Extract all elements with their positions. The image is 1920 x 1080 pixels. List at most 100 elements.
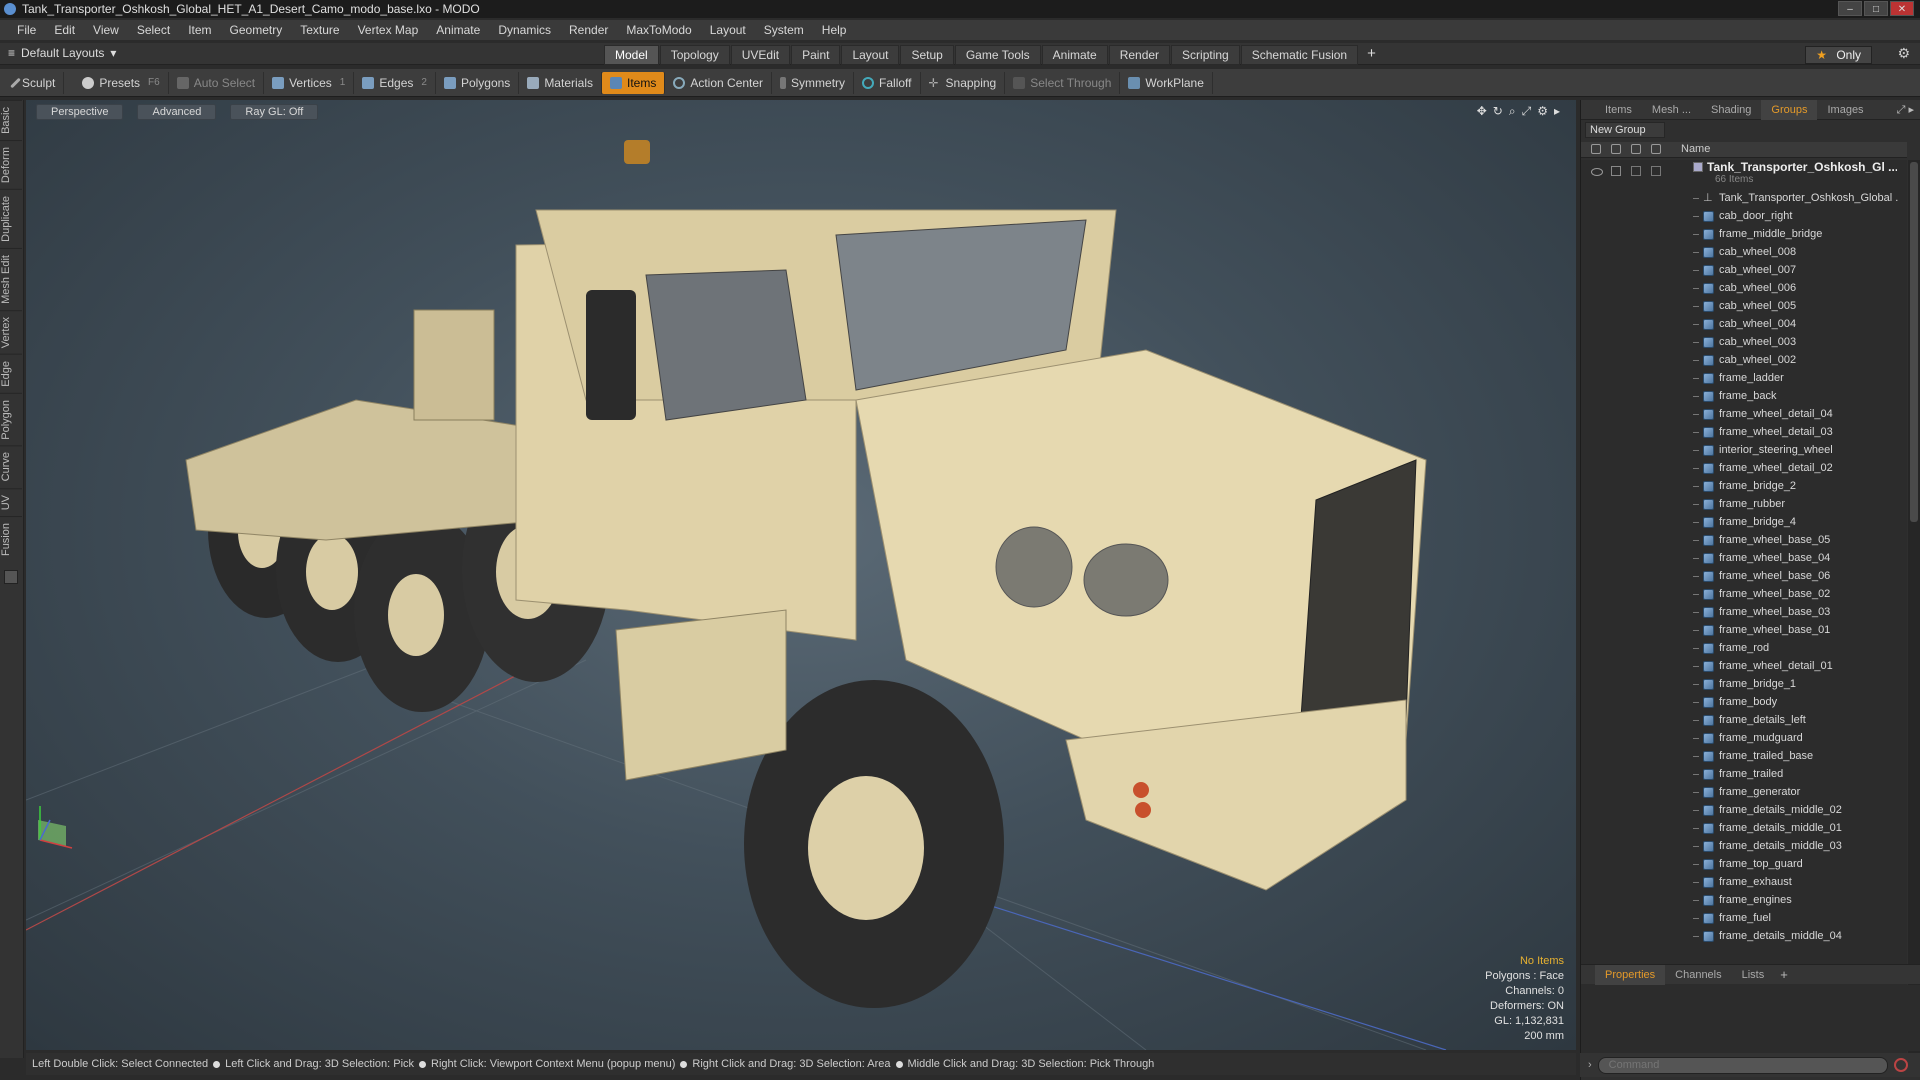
add-tab-plus-icon[interactable]: + (1359, 45, 1384, 65)
list-item[interactable]: frame_mudguard (1581, 730, 1907, 748)
left-tab-polygon[interactable]: Polygon (0, 392, 22, 446)
left-tab-uv[interactable]: UV (0, 487, 22, 517)
lock-column-icon[interactable] (1611, 144, 1621, 154)
tab-paint[interactable]: Paint (791, 45, 841, 65)
list-item[interactable]: frame_wheel_base_05 (1581, 532, 1907, 550)
list-item[interactable]: cab_wheel_002 (1581, 352, 1907, 370)
auto-select-button[interactable]: Auto Select (169, 71, 265, 94)
tab-channels[interactable]: Channels (1665, 965, 1731, 985)
tab-properties[interactable]: Properties (1595, 964, 1666, 985)
expand-arrow-icon[interactable]: ▸ (1554, 104, 1560, 119)
tab-uvedit[interactable]: UVEdit (730, 45, 791, 65)
minimize-button[interactable]: – (1838, 1, 1862, 16)
list-item[interactable]: cab_wheel_003 (1581, 334, 1907, 352)
list-item[interactable]: cab_wheel_004 (1581, 316, 1907, 334)
workplane-button[interactable]: WorkPlane (1120, 71, 1213, 94)
list-item[interactable]: frame_middle_bridge (1581, 226, 1907, 244)
list-item[interactable]: frame_top_guard (1581, 856, 1907, 874)
list-item[interactable]: cab_door_right (1581, 208, 1907, 226)
menu-help[interactable]: Help (813, 23, 856, 37)
tab-schematic-fusion[interactable]: Schematic Fusion (1240, 45, 1359, 65)
left-bar-toggle-button[interactable] (4, 570, 18, 585)
tab-shading[interactable]: Shading (1701, 100, 1761, 120)
falloff-button[interactable]: Falloff (854, 71, 921, 94)
list-item[interactable]: frame_generator (1581, 784, 1907, 802)
list-item[interactable]: frame_engines (1581, 892, 1907, 910)
viewport-shading-dropdown[interactable]: Advanced (137, 104, 217, 120)
action-center-button[interactable]: Action Center (665, 71, 773, 94)
items-button[interactable]: Items (602, 71, 666, 94)
vertices-button[interactable]: Vertices 1 (264, 71, 355, 94)
checkbox-icon[interactable] (1651, 166, 1661, 176)
tab-render[interactable]: Render (1108, 45, 1171, 65)
lock-icon[interactable] (1611, 166, 1621, 176)
list-item[interactable]: frame_details_middle_02 (1581, 802, 1907, 820)
list-item[interactable]: frame_bridge_4 (1581, 514, 1907, 532)
list-item[interactable]: frame_trailed_base (1581, 748, 1907, 766)
menu-geometry[interactable]: Geometry (221, 23, 292, 37)
list-item[interactable]: frame_rod (1581, 640, 1907, 658)
render-column-icon[interactable] (1651, 144, 1661, 154)
symmetry-button[interactable]: Symmetry (772, 71, 855, 94)
left-tab-vertex[interactable]: Vertex (0, 309, 22, 354)
list-item[interactable]: frame_bridge_2 (1581, 478, 1907, 496)
command-input[interactable] (1597, 1056, 1888, 1074)
sculpt-button[interactable]: Sculpt (6, 71, 65, 94)
only-toggle-button[interactable]: ★ Only (1805, 46, 1872, 64)
group-root-row[interactable]: Tank_Transporter_Oshkosh_Gl ... 66 Items (1581, 160, 1907, 190)
left-tab-fusion[interactable]: Fusion (0, 516, 22, 563)
list-item[interactable]: frame_details_middle_01 (1581, 820, 1907, 838)
group-list-scrollbar[interactable] (1908, 160, 1920, 1056)
scrollbar-thumb[interactable] (1910, 162, 1918, 522)
list-item[interactable]: frame_wheel_base_04 (1581, 550, 1907, 568)
tab-mesh[interactable]: Mesh ... (1642, 100, 1701, 120)
list-item[interactable]: cab_wheel_005 (1581, 298, 1907, 316)
list-item[interactable]: frame_details_middle_03 (1581, 838, 1907, 856)
menu-file[interactable]: File (8, 23, 45, 37)
menu-view[interactable]: View (84, 23, 128, 37)
list-item[interactable]: frame_back (1581, 388, 1907, 406)
list-item[interactable]: ⊥ Tank_Transporter_Oshkosh_Global ... (1581, 190, 1907, 208)
list-item[interactable]: frame_exhaust (1581, 874, 1907, 892)
materials-button[interactable]: Materials (519, 71, 602, 94)
list-item[interactable]: frame_bridge_1 (1581, 676, 1907, 694)
tab-setup[interactable]: Setup (900, 45, 954, 65)
rotate-view-icon[interactable]: ↻ (1493, 104, 1503, 119)
new-group-button[interactable]: New Group (1585, 122, 1665, 138)
list-item[interactable]: interior_steering_wheel (1581, 442, 1907, 460)
menu-system[interactable]: System (755, 23, 813, 37)
maximize-button[interactable]: □ (1864, 1, 1888, 16)
tab-groups[interactable]: Groups (1761, 99, 1818, 120)
tab-lists[interactable]: Lists (1732, 965, 1775, 985)
edges-button[interactable]: Edges 2 (354, 71, 436, 94)
left-tab-basic[interactable]: Basic (0, 100, 22, 140)
expand-panel-icon[interactable]: ⤢ ▸ (1897, 103, 1920, 117)
left-tab-mesh-edit[interactable]: Mesh Edit (0, 247, 22, 310)
list-item[interactable]: frame_ladder (1581, 370, 1907, 388)
menu-texture[interactable]: Texture (291, 23, 348, 37)
eye-icon[interactable] (1591, 168, 1603, 176)
list-item[interactable]: frame_details_middle_04 (1581, 928, 1907, 946)
tab-model[interactable]: Model (604, 45, 659, 65)
list-item[interactable]: cab_wheel_006 (1581, 280, 1907, 298)
fit-view-icon[interactable]: ⤢ (1522, 104, 1532, 119)
list-item[interactable]: frame_wheel_detail_03 (1581, 424, 1907, 442)
list-item[interactable]: frame_wheel_base_06 (1581, 568, 1907, 586)
3d-viewport[interactable]: Perspective Advanced Ray GL: Off ✥ ↻ ⌕ ⤢… (26, 100, 1576, 1050)
list-item[interactable]: cab_wheel_007 (1581, 262, 1907, 280)
left-tab-curve[interactable]: Curve (0, 445, 22, 488)
list-item[interactable]: cab_wheel_008 (1581, 244, 1907, 262)
polygons-button[interactable]: Polygons (436, 71, 520, 94)
tab-animate[interactable]: Animate (1041, 45, 1108, 65)
list-item[interactable]: frame_rubber (1581, 496, 1907, 514)
list-item[interactable]: frame_wheel_base_02 (1581, 586, 1907, 604)
list-item[interactable]: frame_wheel_detail_04 (1581, 406, 1907, 424)
menu-edit[interactable]: Edit (45, 23, 84, 37)
tab-game-tools[interactable]: Game Tools (954, 45, 1041, 65)
tab-items[interactable]: Items (1595, 100, 1642, 120)
list-item[interactable]: frame_wheel_base_01 (1581, 622, 1907, 640)
select-through-button[interactable]: Select Through (1005, 71, 1121, 94)
menu-item[interactable]: Item (179, 23, 220, 37)
list-item[interactable]: frame_body (1581, 694, 1907, 712)
add-tab-plus-icon[interactable]: + (1774, 967, 1794, 982)
